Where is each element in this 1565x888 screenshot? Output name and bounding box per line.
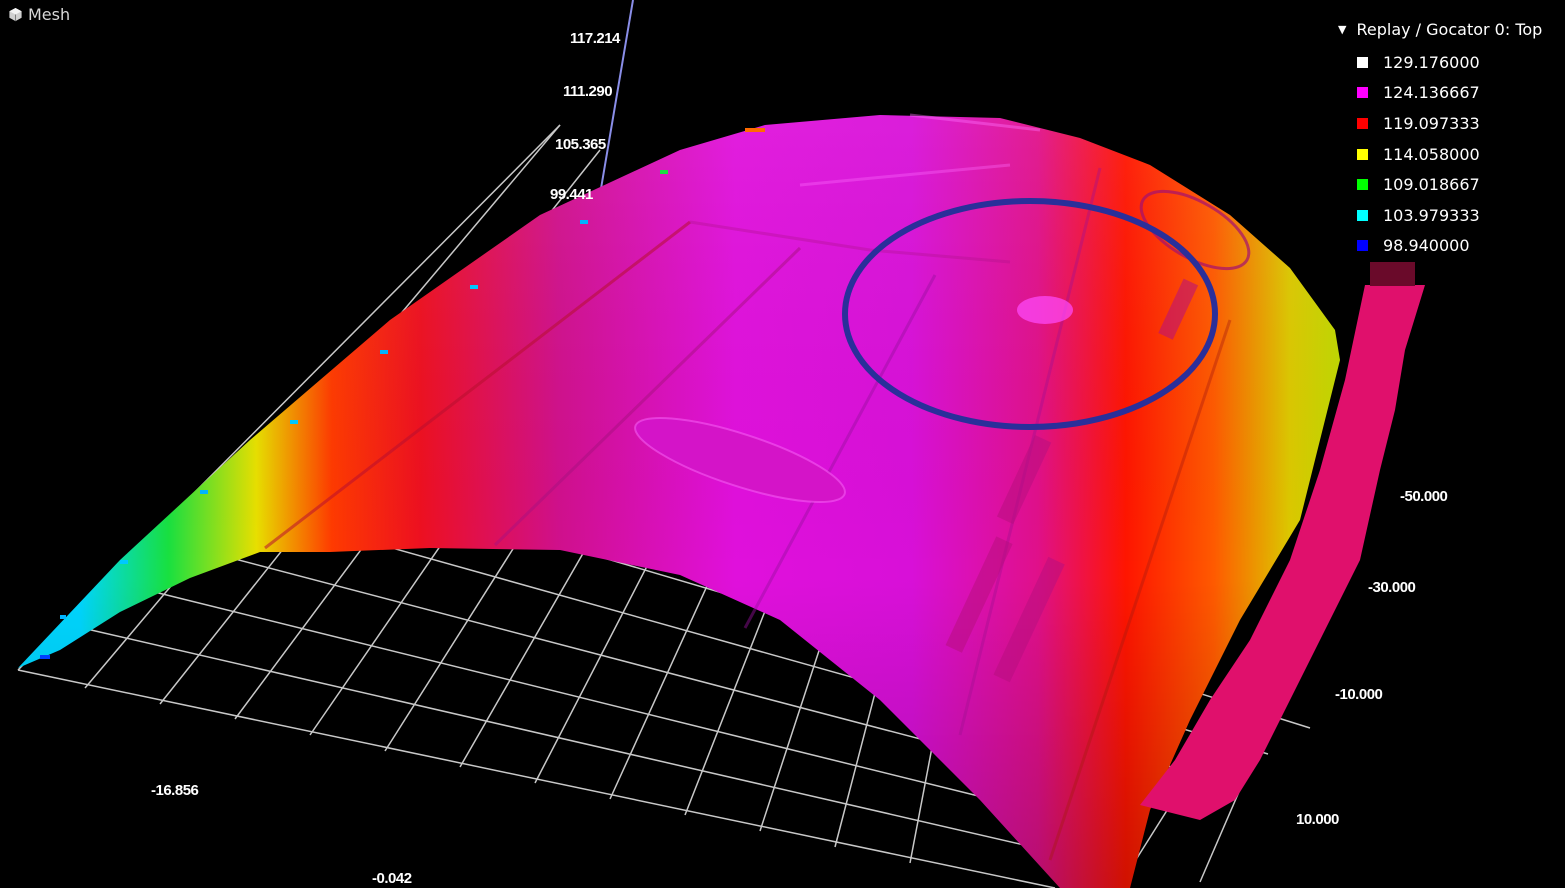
legend-item: 114.058000 xyxy=(1338,139,1542,170)
legend-value: 103.979333 xyxy=(1383,205,1480,225)
legend-item: 109.018667 xyxy=(1338,169,1542,200)
legend-value: 98.940000 xyxy=(1383,236,1470,256)
legend-item: 124.136667 xyxy=(1338,78,1542,109)
mesh-view-label: Mesh xyxy=(28,5,71,24)
x-tick-label: -16.856 xyxy=(151,782,199,799)
x-tick-label: -0.042 xyxy=(372,870,412,887)
legend-item: 98.940000 xyxy=(1338,231,1542,262)
legend-item: 129.176000 xyxy=(1338,47,1542,78)
mesh-render-canvas[interactable] xyxy=(0,0,1565,888)
legend-value: 114.058000 xyxy=(1383,144,1480,164)
mesh-view-tab[interactable]: Mesh xyxy=(8,5,70,24)
z-tick-label: 111.290 xyxy=(563,83,613,100)
legend-swatch xyxy=(1357,240,1368,252)
legend-value: 119.097333 xyxy=(1383,113,1480,133)
surface-bump xyxy=(1017,296,1073,324)
y-tick-label: -10.000 xyxy=(1335,686,1383,703)
y-tick-label: 10.000 xyxy=(1296,811,1339,828)
y-tick-label: -30.000 xyxy=(1368,579,1416,596)
z-tick-label: 99.441 xyxy=(550,186,593,203)
cube-icon xyxy=(8,7,23,22)
legend-swatch xyxy=(1357,117,1368,129)
z-tick-label: 105.365 xyxy=(555,136,606,153)
legend-value: 124.136667 xyxy=(1383,83,1480,103)
legend-swatch xyxy=(1357,179,1368,191)
legend-header[interactable]: ▼ Replay / Gocator 0: Top xyxy=(1338,17,1542,41)
legend-swatch xyxy=(1357,56,1368,68)
legend-value: 129.176000 xyxy=(1383,52,1480,72)
legend-swatch xyxy=(1357,148,1368,160)
color-legend: ▼ Replay / Gocator 0: Top 129.176000 124.… xyxy=(1338,17,1542,261)
legend-value: 109.018667 xyxy=(1383,175,1480,195)
legend-swatch xyxy=(1357,209,1368,221)
3d-viewport[interactable]: Mesh ▼ Replay / Gocator 0: Top 129.17600… xyxy=(0,0,1565,888)
legend-swatch xyxy=(1357,87,1368,99)
legend-list: 129.176000 124.136667 119.097333 114.058000… xyxy=(1338,47,1542,261)
legend-item: 103.979333 xyxy=(1338,200,1542,231)
y-tick-label: -50.000 xyxy=(1400,488,1448,505)
legend-item: 119.097333 xyxy=(1338,108,1542,139)
z-tick-label: 117.214 xyxy=(570,30,620,47)
legend-title: Replay / Gocator 0: Top xyxy=(1356,19,1543,39)
triangle-down-icon[interactable]: ▼ xyxy=(1338,23,1346,36)
